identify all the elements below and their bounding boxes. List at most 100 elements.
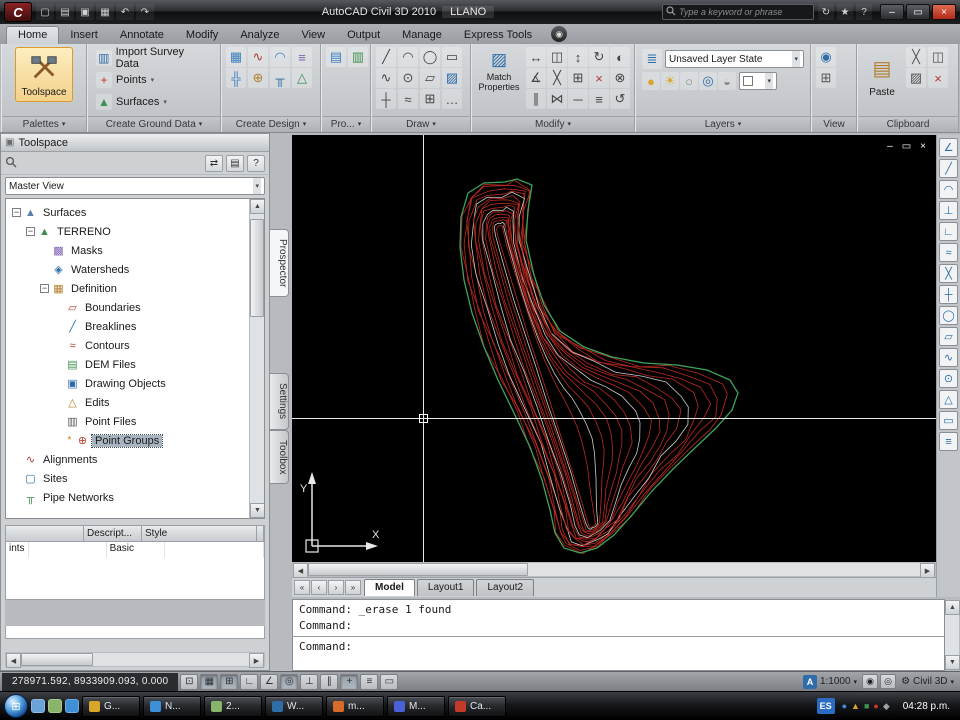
canvas-scrollbar[interactable]: ◀ ▶ (292, 562, 936, 578)
parcel-icon[interactable]: ▦ (226, 47, 246, 67)
ribbon-tab[interactable]: Modify (175, 27, 229, 44)
coordinate-display[interactable]: 278971.592, 8933909.093, 0.000 (2, 672, 179, 691)
grading-icon[interactable]: △ (292, 68, 312, 88)
qnew-icon[interactable]: ▢ (36, 4, 54, 20)
copy-clip-icon[interactable]: ◫ (928, 47, 948, 67)
viewports-icon[interactable]: ⊞ (816, 68, 836, 88)
infocenter-search[interactable] (662, 4, 814, 20)
application-menu-button[interactable]: C (4, 2, 32, 22)
cut-icon[interactable]: ╳ (906, 47, 926, 67)
spline-icon[interactable]: ≈ (398, 89, 418, 109)
ribbon-tab[interactable]: Output (336, 27, 391, 44)
transparent-command-icon[interactable]: ⊙ (939, 369, 958, 388)
taskbar-app-button[interactable]: M... (387, 695, 445, 717)
match-properties-icon[interactable]: ▨ (906, 68, 926, 88)
taskbar-app-button[interactable]: m... (326, 695, 384, 717)
scrollbar-thumb[interactable] (250, 218, 264, 317)
ribbon-tab[interactable]: Express Tools (453, 27, 543, 44)
rectangle-icon[interactable]: ▭ (442, 47, 462, 67)
stretch-icon[interactable]: ↕ (568, 47, 588, 67)
first-layout-button[interactable]: « (294, 580, 310, 595)
tree-item[interactable]: ▱ Boundaries (6, 298, 249, 317)
drawing-canvas[interactable]: – ▭ × Y X (292, 135, 936, 562)
object-snap-icon[interactable]: ◎ (280, 673, 299, 690)
scroll-up-icon[interactable]: ▲ (945, 600, 960, 615)
transparent-command-icon[interactable]: ▱ (939, 327, 958, 346)
close-button[interactable]: × (932, 4, 956, 20)
ribbon-button[interactable]: ▲ Surfaces ▾ (92, 91, 216, 112)
join-icon[interactable]: ⋈ (547, 89, 567, 109)
next-layout-button[interactable]: › (328, 580, 344, 595)
save-icon[interactable]: ▣ (76, 4, 94, 20)
panel-label-clipboard[interactable]: Clipboard (858, 116, 958, 132)
quick-properties-icon[interactable]: ▭ (380, 673, 399, 690)
layer-lock-icon[interactable]: ◎ (699, 72, 717, 90)
item-view-toggle-icon[interactable]: ⇄ (205, 154, 223, 172)
undo-icon[interactable]: ↶ (116, 4, 134, 20)
ribbon-button[interactable]: + Points ▾ (92, 69, 216, 90)
lineweight-icon[interactable]: ≡ (360, 673, 379, 690)
toolspace-header[interactable]: ▣ Toolspace (1, 134, 269, 152)
tree-item[interactable]: ▩ Masks (6, 241, 249, 260)
browser-icon[interactable] (65, 699, 79, 713)
ribbon-tab[interactable]: Home (6, 26, 60, 44)
tree-item[interactable]: − ▲ TERRENO (6, 222, 249, 241)
delete-icon[interactable]: × (928, 68, 948, 88)
minimize-doc-button[interactable]: – (887, 141, 893, 152)
annotation-autoscale-icon[interactable]: ◎ (880, 674, 897, 689)
dynamic-ucs-icon[interactable]: ∥ (320, 673, 339, 690)
grid-display-icon[interactable]: ⊞ (220, 673, 239, 690)
ribbon-tab[interactable]: Insert (59, 27, 109, 44)
transparent-command-icon[interactable]: ∿ (939, 348, 958, 367)
profile-view-icon[interactable]: ▤ (326, 47, 346, 67)
command-prompt[interactable]: Command: (293, 639, 944, 655)
language-indicator[interactable]: ES (816, 698, 835, 714)
tree-item[interactable]: ╱ Breaklines (6, 317, 249, 336)
copy-icon[interactable]: ◫ (547, 47, 567, 67)
undo-modify-icon[interactable]: ↺ (610, 89, 630, 109)
scrollbar-thumb[interactable] (308, 563, 528, 576)
column-header[interactable] (6, 526, 84, 541)
tree-item[interactable]: ≈ Contours (6, 336, 249, 355)
panel-label-create-ground-data[interactable]: Create Ground Data ▾ (88, 116, 220, 132)
scroll-right-icon[interactable]: ▶ (920, 563, 935, 578)
line-icon[interactable]: ╱ (376, 47, 396, 67)
chevron-down-icon[interactable]: ▾ (950, 678, 954, 686)
table-icon[interactable]: ⊞ (420, 89, 440, 109)
taskbar-app-button[interactable]: W... (265, 695, 323, 717)
scroll-right-icon[interactable]: ▶ (249, 653, 264, 668)
ribbon-tab[interactable]: Analyze (229, 27, 290, 44)
snap-mode-icon[interactable]: ▦ (200, 673, 219, 690)
transparent-command-icon[interactable]: ⊥ (939, 201, 958, 220)
transparent-command-icon[interactable]: ╱ (939, 159, 958, 178)
section-views-icon[interactable]: ▥ (348, 47, 368, 67)
tree-item[interactable]: ╥ Pipe Networks (6, 488, 249, 507)
panel-label-profile-views[interactable]: Pro... ▾ (322, 116, 370, 132)
list-item[interactable]: ints Basic (6, 542, 264, 558)
ribbon-tab[interactable]: View (290, 27, 336, 44)
mirror-icon[interactable]: ◐ (610, 47, 630, 67)
assembly-icon[interactable]: ⊕ (248, 68, 268, 88)
transparent-command-icon[interactable]: ∠ (939, 138, 958, 157)
ribbon-button[interactable]: ▥ Import Survey Data (92, 46, 216, 70)
donut-icon[interactable]: ⊙ (398, 68, 418, 88)
layer-freeze-icon[interactable]: ☀ (661, 72, 679, 90)
item-view-scrollbar[interactable]: ◀ ▶ (5, 652, 265, 668)
tree-item[interactable]: ◈ Watersheds (6, 260, 249, 279)
transparent-command-icon[interactable]: ≈ (939, 243, 958, 262)
prev-layout-button[interactable]: ‹ (311, 580, 327, 595)
restore-doc-button[interactable]: ▭ (902, 141, 911, 152)
communication-center-icon[interactable]: ↻ (818, 4, 834, 20)
panel-label-modify[interactable]: Modify ▾ (472, 116, 634, 132)
tree-expander[interactable]: − (26, 227, 35, 236)
taskbar-app-button[interactable]: N... (143, 695, 201, 717)
point-icon[interactable]: ┼ (376, 89, 396, 109)
more-draw-icon[interactable]: … (442, 89, 462, 109)
tree-item[interactable]: △ Edits (6, 393, 249, 412)
scroll-left-icon[interactable]: ◀ (6, 653, 21, 668)
tree-expander[interactable]: − (40, 284, 49, 293)
close-doc-button[interactable]: × (920, 141, 926, 152)
maximize-button[interactable]: ▭ (906, 4, 930, 20)
scroll-down-icon[interactable]: ▼ (945, 655, 960, 670)
layer-on-icon[interactable]: ● (642, 72, 660, 90)
